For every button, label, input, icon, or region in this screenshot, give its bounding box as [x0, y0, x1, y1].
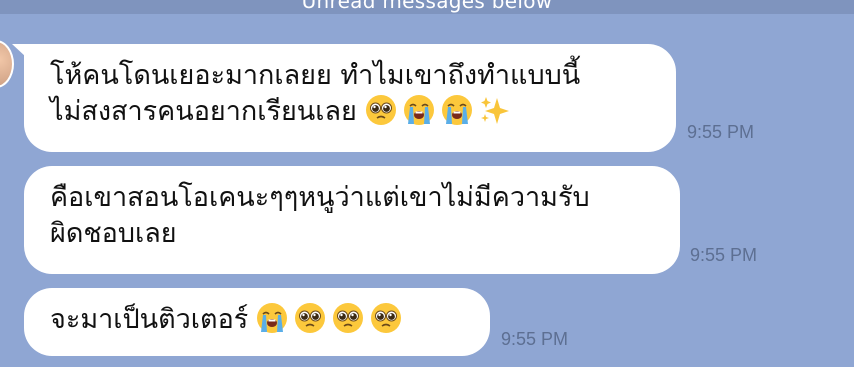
message-text-line: ผิดชอบเลย [50, 218, 177, 249]
message-text-line: ไม่สงสารคนอยากเรียนเลย [50, 94, 650, 131]
loudly-crying-face-icon [403, 95, 434, 125]
pleading-face-icon [365, 95, 396, 125]
message-timestamp: 9:55 PM [690, 245, 758, 265]
pleading-face-icon [295, 303, 326, 333]
message-timestamp: 9:55 PM [501, 329, 569, 349]
message-bubble[interactable]: โห้คนโดนเยอะมากเลยย ทำไมเขาถึงทำแบบนี้ ไ… [12, 44, 676, 152]
loudly-crying-face-icon [441, 95, 472, 125]
pleading-face-icon [371, 303, 402, 333]
pleading-face-icon [333, 303, 364, 333]
message-text-line: จะมาเป็นติวเตอร์ [50, 302, 464, 339]
message-text-line: โห้คนโดนเยอะมากเลยย ทำไมเขาถึงทำแบบนี้ [50, 60, 581, 91]
unread-banner-label: Unread messages below [301, 0, 553, 13]
message-text-line: คือเขาสอนโอเคนะๆๆหนูว่าแต่เขาไม่มีความรั… [50, 182, 590, 213]
loudly-crying-face-icon [257, 303, 288, 333]
bubble-tail [12, 44, 40, 70]
unread-messages-banner: Unread messages below [0, 0, 854, 14]
sparkles-icon [480, 97, 509, 124]
message-bubble[interactable]: คือเขาสอนโอเคนะๆๆหนูว่าแต่เขาไม่มีความรั… [24, 166, 680, 274]
message-bubble[interactable]: จะมาเป็นติวเตอร์ [24, 288, 490, 356]
message-timestamp: 9:55 PM [687, 122, 755, 142]
